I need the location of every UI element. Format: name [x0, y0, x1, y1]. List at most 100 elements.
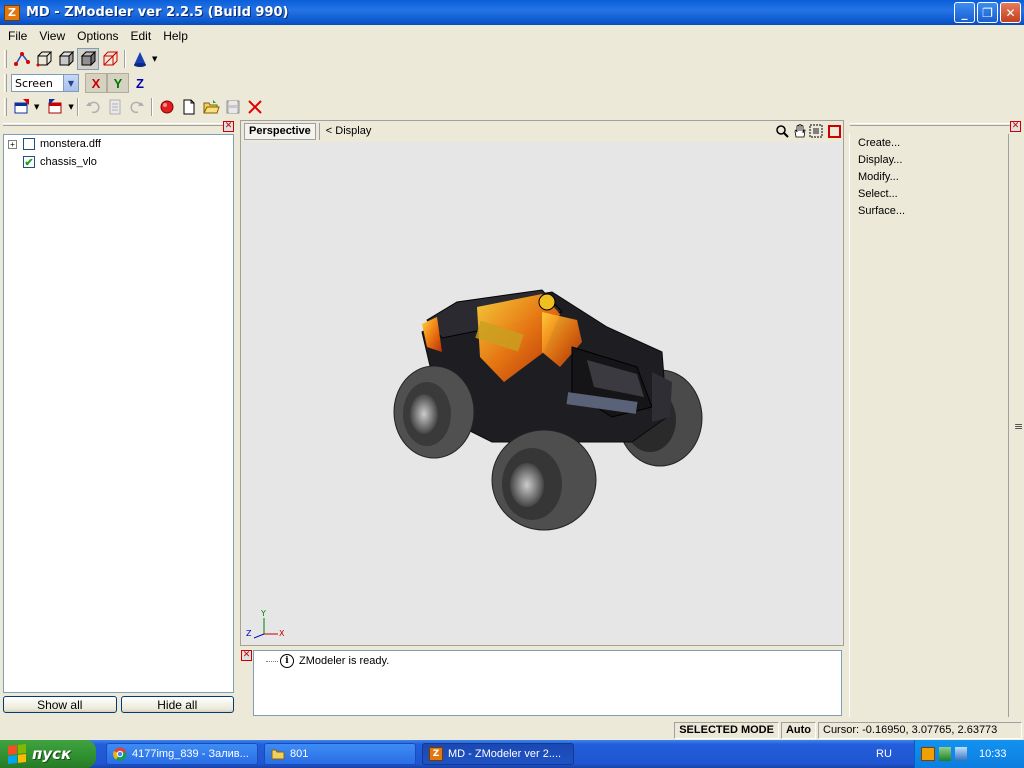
object-mode-icon[interactable]: [77, 48, 99, 70]
panel-drag-bar[interactable]: [850, 123, 1010, 126]
close-button[interactable]: ✕: [1000, 2, 1021, 23]
clock[interactable]: 10:33: [979, 748, 1007, 760]
redo-icon[interactable]: [126, 96, 148, 118]
menu-options[interactable]: Options: [71, 29, 124, 43]
media-player-icon[interactable]: [921, 747, 935, 761]
chevron-down-icon[interactable]: ▼: [152, 55, 157, 63]
viewport: Perspective < Display Y X Z: [240, 120, 844, 646]
face-mode-icon[interactable]: [55, 48, 77, 70]
title-bar: Z MD - ZModeler ver 2.2.5 (Build 990) _ …: [0, 0, 1024, 25]
clipboard-icon[interactable]: [104, 96, 126, 118]
expand-icon[interactable]: +: [8, 139, 17, 149]
taskbar-item-zmodeler[interactable]: Z MD - ZModeler ver 2....: [422, 743, 574, 765]
import-icon[interactable]: [11, 96, 33, 118]
minimize-button[interactable]: _: [954, 2, 975, 23]
command-display[interactable]: Display...: [850, 151, 1008, 168]
chrome-icon: [113, 747, 127, 761]
menu-file[interactable]: File: [2, 29, 33, 43]
menu-help[interactable]: Help: [157, 29, 194, 43]
viewport-mode-tab[interactable]: Perspective: [244, 122, 316, 140]
open-folder-icon[interactable]: [200, 96, 222, 118]
taskbar-item-label: 4177img_839 - Залив...: [132, 748, 249, 760]
delete-icon[interactable]: [244, 96, 266, 118]
info-icon: i: [280, 654, 294, 668]
visibility-checkbox[interactable]: [23, 138, 35, 150]
taskbar-item-chrome[interactable]: 4177img_839 - Залив...: [106, 743, 258, 765]
pan-hand-icon[interactable]: [791, 123, 807, 139]
new-file-icon[interactable]: [178, 96, 200, 118]
viewport-canvas[interactable]: Y X Z: [242, 142, 842, 644]
splitter-grip-icon[interactable]: ≡: [1014, 420, 1023, 433]
auto-indicator[interactable]: Auto: [780, 721, 816, 739]
edge-mode-icon[interactable]: [33, 48, 55, 70]
close-icon[interactable]: ✕: [1010, 121, 1021, 132]
taskbar-item-label: 801: [290, 748, 309, 760]
toolbar-grip[interactable]: [4, 98, 7, 116]
log-entry: i ZModeler is ready.: [266, 654, 389, 668]
panel-drag-bar[interactable]: [3, 123, 223, 126]
menu-view[interactable]: View: [33, 29, 71, 43]
log-output: i ZModeler is ready.: [253, 650, 842, 716]
zmodeler-app-icon[interactable]: Z: [4, 4, 20, 21]
toolbar-grip[interactable]: [4, 50, 7, 68]
chevron-down-icon[interactable]: ▼: [63, 75, 78, 91]
hidden-object-icon[interactable]: [99, 48, 121, 70]
taskbar-item-folder[interactable]: 801: [264, 743, 416, 765]
panel-header: ✕: [0, 120, 237, 132]
object-tree-panel: ✕ + monstera.dff ✔ chassis_vlo Show all …: [0, 120, 237, 718]
hide-all-button[interactable]: Hide all: [120, 696, 234, 713]
folder-icon: [271, 749, 285, 760]
axis-z-label: Z: [246, 629, 252, 638]
axis-y-button[interactable]: Y: [107, 73, 129, 93]
tree-item-label: chassis_vlo: [40, 156, 97, 168]
chevron-down-icon[interactable]: ▼: [34, 103, 39, 111]
command-modify[interactable]: Modify...: [850, 168, 1008, 185]
coord-system-select[interactable]: Screen ▼: [11, 74, 79, 92]
close-icon[interactable]: ✕: [241, 650, 252, 661]
toolbar-grip[interactable]: [4, 74, 7, 92]
command-select[interactable]: Select...: [850, 185, 1008, 202]
axis-x-label: X: [279, 629, 285, 638]
cursor-coordinates: Cursor: -0.16950, 3.07765, 2.63773: [818, 721, 1022, 739]
show-all-button[interactable]: Show all: [3, 696, 117, 713]
visibility-checkbox[interactable]: ✔: [23, 156, 35, 169]
chevron-down-icon[interactable]: ▼: [68, 103, 73, 111]
cone-primitive-icon[interactable]: [129, 48, 151, 70]
start-button[interactable]: пуск: [0, 740, 96, 768]
tree-item-monstera[interactable]: + monstera.dff: [4, 135, 233, 153]
axis-y-label: Y: [260, 609, 266, 618]
selection-toolbar: ▼: [0, 47, 157, 71]
toolbar-separator: [76, 98, 79, 116]
maximize-viewport-icon[interactable]: [828, 124, 841, 138]
command-create[interactable]: Create...: [850, 134, 1008, 151]
restore-button[interactable]: ❐: [977, 2, 998, 23]
undo-icon[interactable]: [82, 96, 104, 118]
network-icon[interactable]: [939, 747, 951, 761]
axis-z-button[interactable]: Z: [129, 73, 151, 93]
fit-view-icon[interactable]: [808, 123, 824, 139]
volume-icon[interactable]: [955, 747, 967, 761]
command-surface[interactable]: Surface...: [850, 202, 1008, 219]
log-message: ZModeler is ready.: [299, 655, 390, 667]
tree-button-row: Show all Hide all: [3, 696, 234, 713]
window-controls: _ ❐ ✕: [954, 2, 1021, 23]
monster-truck-model: Y X Z: [246, 289, 703, 639]
record-icon[interactable]: [156, 96, 178, 118]
menu-edit[interactable]: Edit: [125, 29, 158, 43]
zoom-icon[interactable]: [774, 123, 790, 139]
close-icon[interactable]: ✕: [223, 121, 234, 132]
taskbar-item-label: MD - ZModeler ver 2....: [448, 748, 562, 760]
object-tree: + monstera.dff ✔ chassis_vlo: [3, 134, 234, 693]
viewport-header: Perspective < Display: [241, 121, 843, 141]
vertex-mode-icon[interactable]: [11, 48, 33, 70]
save-icon[interactable]: [222, 96, 244, 118]
language-indicator[interactable]: RU: [876, 748, 892, 760]
windows-logo-icon: [8, 744, 26, 764]
toolbar-separator: [150, 98, 153, 116]
axis-x-button[interactable]: X: [85, 73, 107, 93]
viewport-display-menu[interactable]: < Display: [318, 122, 378, 140]
export-icon[interactable]: [45, 96, 67, 118]
selected-mode-indicator[interactable]: SELECTED MODE: [674, 721, 779, 739]
log-panel: ✕ i ZModeler is ready.: [240, 649, 844, 717]
tree-item-chassis-vlo[interactable]: ✔ chassis_vlo: [4, 153, 233, 171]
